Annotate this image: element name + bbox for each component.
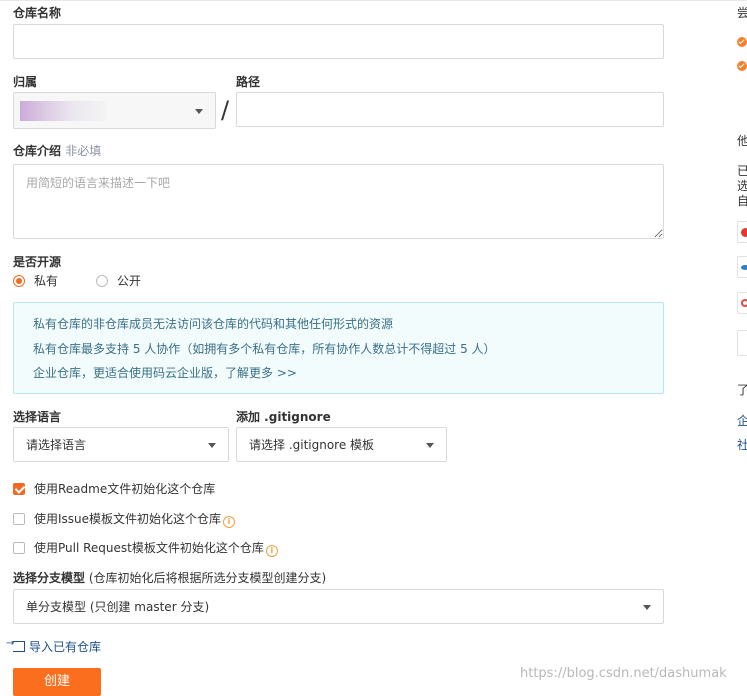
init-readme-label[interactable]: 使用Readme文件初始化这个仓库 — [34, 481, 215, 497]
sidebar-link-fragment[interactable]: 社 — [737, 437, 747, 453]
top-divider — [0, 0, 747, 1]
language-value: 请选择语言 — [26, 438, 87, 452]
init-issue-label-row[interactable]: 使用Issue模板文件初始化这个仓库 i — [34, 511, 236, 528]
desc-textarea[interactable] — [13, 164, 664, 239]
desc-label-text: 仓库介绍 — [13, 144, 62, 158]
watermark-text: https://blog.csdn.net/dashumak — [520, 666, 727, 681]
init-issue-label: 使用Issue模板文件初始化这个仓库 — [34, 512, 222, 526]
init-pr-checkbox[interactable] — [13, 542, 25, 554]
repo-name-input[interactable] — [13, 24, 664, 59]
owner-select[interactable] — [13, 92, 216, 129]
private-label[interactable]: 私有 — [34, 273, 58, 289]
check-circle-icon — [737, 37, 747, 47]
sidebar-text-fragment: 已 — [737, 164, 747, 178]
gitignore-value: 请选择 .gitignore 模板 — [249, 438, 375, 452]
public-label[interactable]: 公开 — [117, 273, 141, 289]
init-pr-label-row[interactable]: 使用Pull Request模板文件初始化这个仓库 i — [34, 540, 278, 557]
desc-optional-tag: 非必填 — [65, 144, 102, 158]
import-icon — [6, 638, 25, 652]
owner-avatar — [20, 101, 106, 121]
integration-logo-icon[interactable] — [737, 221, 747, 243]
chevron-down-icon — [195, 108, 203, 114]
chevron-down-icon — [208, 442, 216, 448]
owner-label: 归属 — [13, 75, 38, 89]
sidebar-text-fragment: 自 — [737, 194, 747, 208]
sidebar-link-fragment[interactable]: 企 — [737, 413, 747, 429]
init-issue-checkbox[interactable] — [13, 513, 25, 525]
desc-label: 仓库介绍 非必填 — [13, 143, 101, 159]
check-circle-icon — [737, 61, 747, 71]
path-input[interactable] — [236, 92, 664, 127]
notice-line: 私有仓库的非仓库成员无法访问该仓库的代码和其他任何形式的资源 — [33, 317, 394, 331]
language-label: 选择语言 — [13, 410, 62, 424]
branch-model-select[interactable]: 单分支模型 (只创建 master 分支) — [13, 589, 664, 624]
gitignore-select[interactable]: 请选择 .gitignore 模板 — [236, 427, 447, 462]
public-radio[interactable] — [96, 275, 108, 287]
repo-name-label: 仓库名称 — [13, 6, 62, 20]
sidebar-text-fragment: 选 — [737, 179, 747, 193]
integration-logo-icon[interactable] — [737, 256, 747, 278]
init-readme-checkbox[interactable] — [13, 483, 25, 495]
integration-logo-icon[interactable] — [737, 292, 747, 314]
notice-link-line[interactable]: 企业仓库，更适合使用码云企业版，了解更多 >> — [33, 365, 297, 381]
branch-model-hint: (仓库初始化后将根据所选分支模型创建分支) — [88, 571, 327, 585]
gitignore-label: 添加 .gitignore — [236, 410, 331, 424]
private-radio[interactable] — [13, 275, 25, 287]
sidebar-heading-fragment: 了 — [737, 383, 747, 397]
import-repo-link[interactable]: 导入已有仓库 — [6, 638, 102, 655]
chevron-down-icon — [426, 442, 434, 448]
integration-more-box[interactable] — [737, 330, 747, 356]
notice-line: 私有仓库最多支持 5 人协作（如拥有多个私有仓库，所有协作人数总计不得超过 5 … — [33, 342, 496, 356]
info-icon[interactable]: i — [265, 545, 278, 557]
import-repo-text: 导入已有仓库 — [29, 640, 102, 654]
sidebar-heading-fragment: 他 — [737, 134, 747, 148]
branch-model-value: 单分支模型 (只创建 master 分支) — [26, 600, 210, 614]
init-pr-label: 使用Pull Request模板文件初始化这个仓库 — [34, 541, 264, 555]
sidebar-heading-fragment: 尝 — [737, 6, 747, 20]
branch-model-label: 选择分支模型 — [13, 571, 86, 585]
branch-model-label-row: 选择分支模型 (仓库初始化后将根据所选分支模型创建分支) — [13, 570, 326, 586]
info-icon[interactable]: i — [223, 516, 236, 528]
private-notice: 私有仓库的非仓库成员无法访问该仓库的代码和其他任何形式的资源 私有仓库最多支持 … — [13, 302, 664, 394]
chevron-down-icon — [643, 604, 651, 610]
language-select[interactable]: 请选择语言 — [13, 427, 229, 462]
path-separator: / — [221, 96, 230, 124]
open-source-label: 是否开源 — [13, 255, 62, 269]
path-label: 路径 — [236, 75, 261, 89]
